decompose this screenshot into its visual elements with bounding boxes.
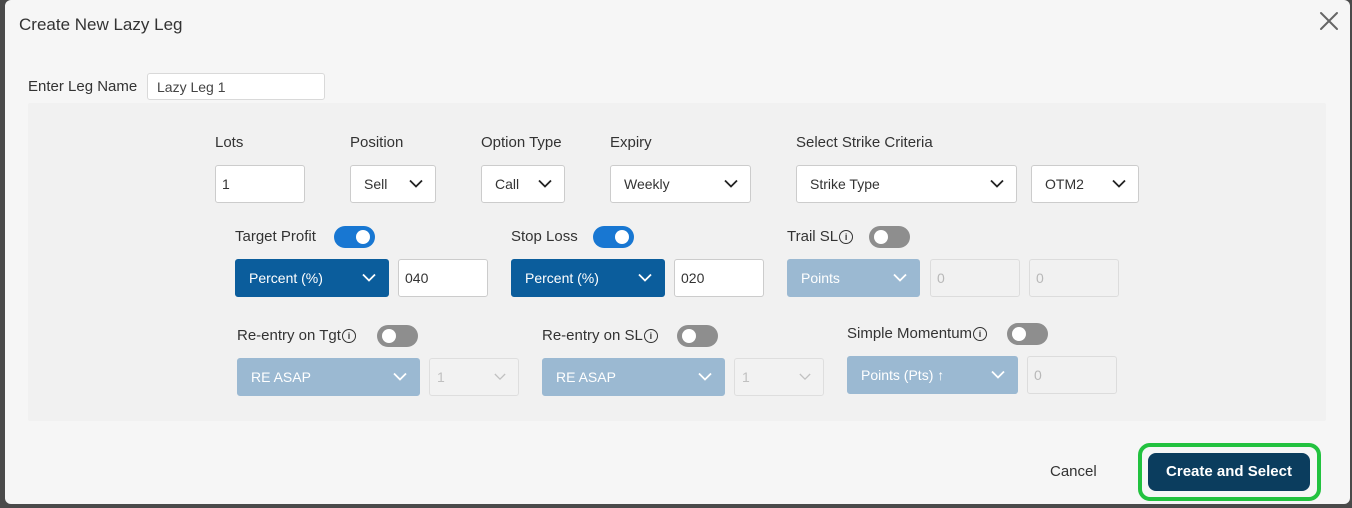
strike-select[interactable]: OTM2	[1031, 165, 1139, 203]
lots-input[interactable]	[215, 165, 305, 203]
strike-criteria-label: Select Strike Criteria	[796, 134, 933, 151]
strike-type-select[interactable]: Strike Type	[796, 165, 1017, 203]
reentry-sl-mode: RE ASAP	[556, 369, 616, 385]
toggle-knob	[1012, 327, 1026, 341]
toggle-knob	[874, 230, 888, 244]
trail-sl-text: Trail SL	[787, 228, 839, 245]
info-icon[interactable]: i	[973, 327, 988, 341]
info-icon[interactable]: i	[341, 329, 356, 343]
lots-label: Lots	[215, 134, 244, 151]
reentry-tgt-count: 1	[437, 369, 445, 385]
info-icon[interactable]: i	[643, 329, 658, 343]
reentry-sl-count: 1	[742, 369, 750, 385]
target-profit-label: Target Profit	[235, 228, 316, 245]
trail-sl-toggle[interactable]	[869, 226, 910, 248]
trail-sl-input-1[interactable]	[930, 259, 1020, 297]
chevron-down-icon	[990, 179, 1004, 188]
reentry-sl-count-select[interactable]: 1	[734, 358, 824, 396]
chevron-down-icon	[1112, 179, 1126, 188]
leg-name-label: Enter Leg Name	[28, 78, 138, 95]
momentum-label: Simple Momentum i	[847, 325, 988, 342]
expiry-value: Weekly	[624, 176, 670, 192]
reentry-tgt-mode: RE ASAP	[251, 369, 311, 385]
chevron-down-icon	[393, 372, 407, 381]
target-profit-unit: Percent (%)	[249, 270, 323, 286]
chevron-down-icon	[698, 372, 712, 381]
position-select[interactable]: Sell	[350, 165, 436, 203]
chevron-down-icon	[494, 373, 506, 381]
position-label: Position	[350, 134, 404, 151]
create-lazy-leg-dialog: Create New Lazy Leg Enter Leg Name Lots …	[5, 0, 1350, 504]
toggle-knob	[382, 329, 396, 343]
option-type-label: Option Type	[481, 134, 562, 151]
toggle-knob	[615, 230, 629, 244]
dialog-title: Create New Lazy Leg	[19, 15, 183, 34]
reentry-tgt-toggle[interactable]	[377, 325, 418, 347]
momentum-toggle[interactable]	[1007, 323, 1048, 345]
stop-loss-unit-select[interactable]: Percent (%)	[511, 259, 665, 297]
reentry-sl-label: Re-entry on SL i	[542, 327, 658, 344]
chevron-down-icon	[991, 370, 1005, 379]
strike-type-value: Strike Type	[810, 176, 880, 192]
toggle-knob	[356, 230, 370, 244]
reentry-sl-mode-select[interactable]: RE ASAP	[542, 358, 725, 396]
leg-settings-panel: Lots Position Sell Option Type Call Expi…	[28, 103, 1326, 421]
stop-loss-label: Stop Loss	[511, 228, 578, 245]
stop-loss-unit: Percent (%)	[525, 270, 599, 286]
chevron-down-icon	[724, 179, 738, 188]
stop-loss-toggle[interactable]	[593, 226, 634, 248]
trail-sl-input-2[interactable]	[1029, 259, 1119, 297]
create-and-select-button[interactable]: Create and Select	[1148, 453, 1310, 491]
target-profit-unit-select[interactable]: Percent (%)	[235, 259, 389, 297]
expiry-label: Expiry	[610, 134, 652, 151]
chevron-down-icon	[638, 273, 652, 282]
info-icon[interactable]: i	[839, 230, 854, 244]
momentum-input[interactable]	[1027, 356, 1117, 394]
trail-sl-unit: Points	[801, 270, 840, 286]
reentry-sl-toggle[interactable]	[677, 325, 718, 347]
stop-loss-input[interactable]	[674, 259, 764, 297]
momentum-unit: Points (Pts) ↑	[861, 367, 945, 383]
reentry-tgt-count-select[interactable]: 1	[429, 358, 519, 396]
target-profit-toggle[interactable]	[334, 226, 375, 248]
chevron-down-icon	[538, 179, 552, 188]
trail-sl-unit-select[interactable]: Points	[787, 259, 920, 297]
position-value: Sell	[364, 176, 388, 192]
chevron-down-icon	[362, 273, 376, 282]
close-icon[interactable]	[1317, 9, 1341, 33]
cancel-button[interactable]: Cancel	[1050, 463, 1097, 480]
reentry-sl-text: Re-entry on SL	[542, 327, 643, 344]
target-profit-input[interactable]	[398, 259, 488, 297]
reentry-tgt-mode-select[interactable]: RE ASAP	[237, 358, 420, 396]
reentry-tgt-label: Re-entry on Tgt i	[237, 327, 356, 344]
leg-name-input[interactable]	[147, 73, 325, 100]
momentum-unit-select[interactable]: Points (Pts) ↑	[847, 356, 1018, 394]
expiry-select[interactable]: Weekly	[610, 165, 751, 203]
chevron-down-icon	[799, 373, 811, 381]
toggle-knob	[682, 329, 696, 343]
trail-sl-label: Trail SL i	[787, 228, 854, 245]
chevron-down-icon	[409, 179, 423, 188]
momentum-text: Simple Momentum	[847, 325, 973, 342]
strike-value: OTM2	[1045, 176, 1084, 192]
option-type-value: Call	[495, 176, 520, 192]
reentry-tgt-text: Re-entry on Tgt	[237, 327, 341, 344]
option-type-select[interactable]: Call	[481, 165, 565, 203]
chevron-down-icon	[893, 273, 907, 282]
